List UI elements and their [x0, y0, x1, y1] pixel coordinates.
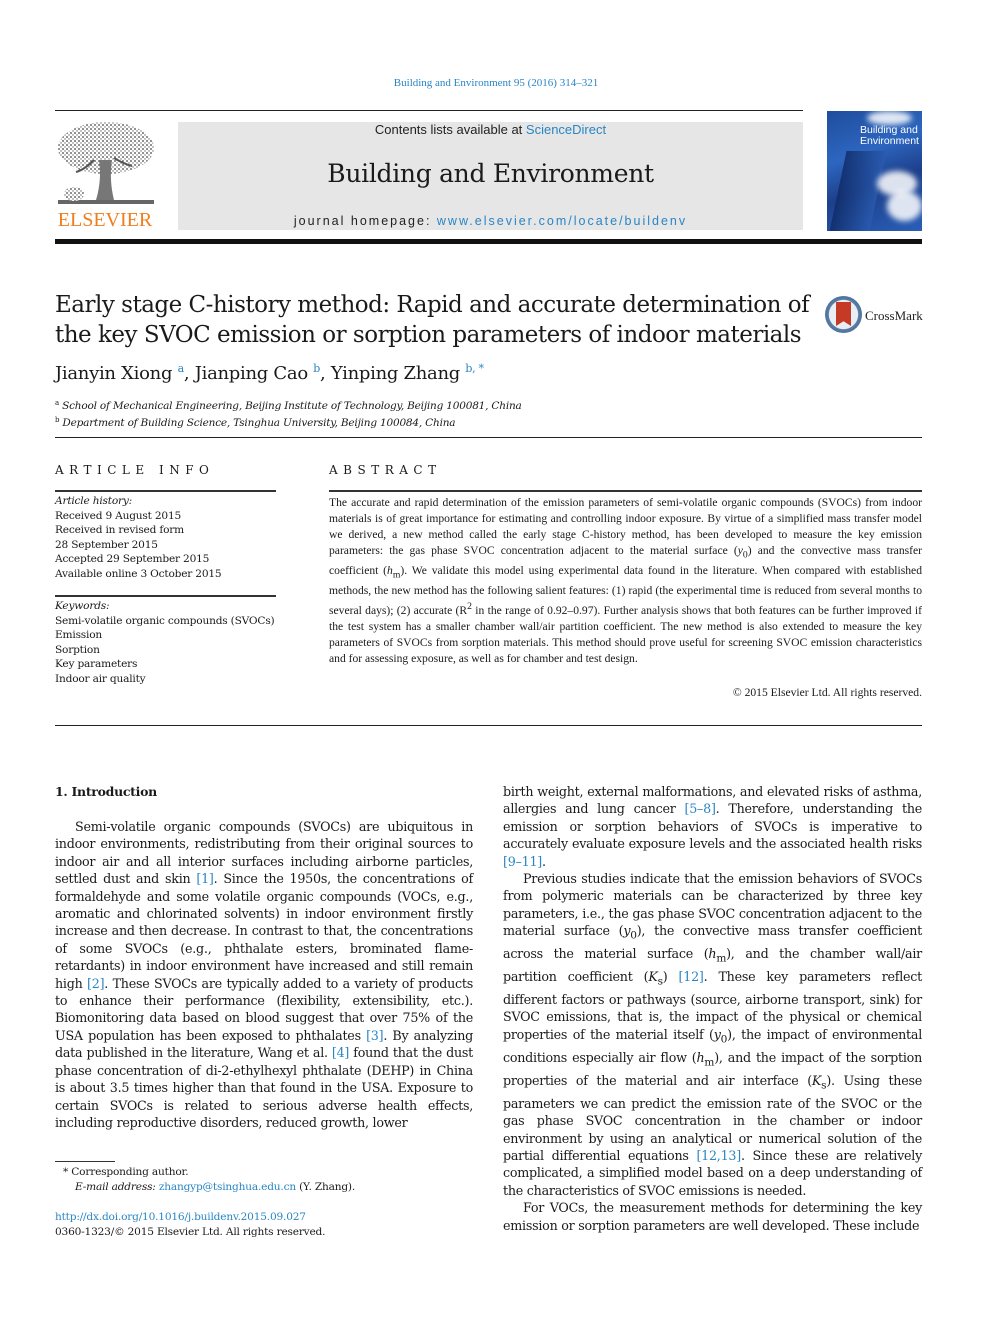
citation-link[interactable]: [2] — [87, 976, 104, 991]
abstract-text: The accurate and rapid determination of … — [329, 496, 923, 665]
keyword[interactable]: Indoor air quality — [55, 672, 285, 687]
doi-link[interactable]: http://dx.doi.org/10.1016/j.buildenv.201… — [55, 1210, 325, 1225]
introduction-heading: 1. Introduction — [55, 784, 157, 799]
citation-link[interactable]: [1] — [196, 871, 213, 886]
crossmark-button[interactable]: CrossMark — [825, 296, 925, 334]
history-item: Accepted 29 September 2015 — [55, 553, 210, 565]
author-name[interactable]: Jianping Cao — [195, 363, 308, 384]
citation-link[interactable]: [3] — [366, 1028, 383, 1043]
cover-cloud — [887, 191, 922, 221]
corresponding-author-note: * Corresponding author. — [63, 1166, 189, 1178]
header-rule — [55, 110, 803, 111]
sciencedirect-link[interactable]: ScienceDirect — [526, 122, 606, 137]
affiliation-text: School of Mechanical Engineering, Beijin… — [62, 400, 522, 412]
keywords-label: Keywords: — [55, 600, 110, 612]
history-item: 28 September 2015 — [55, 538, 158, 551]
elsevier-tree-icon — [58, 122, 154, 204]
doi-block: http://dx.doi.org/10.1016/j.buildenv.201… — [55, 1210, 325, 1240]
journal-masthead: Contents lists available at ScienceDirec… — [178, 122, 803, 230]
crossmark-label: CrossMark — [865, 308, 923, 323]
author-name[interactable]: Yinping Zhang — [331, 363, 460, 384]
journal-title: Building and Environment — [327, 159, 654, 188]
cover-cloud — [867, 111, 912, 125]
email-note: E-mail address: zhangyp@tsinghua.edu.cn … — [55, 1180, 355, 1195]
author-affiliation-link[interactable]: a — [178, 362, 185, 375]
affiliations: a School of Mechanical Engineering, Beij… — [55, 396, 522, 430]
cover-title-line: Environment — [860, 135, 919, 147]
paragraph: Semi-volatile organic compounds (SVOCs) … — [55, 819, 474, 1130]
history-item: Available online 3 October 2015 — [55, 567, 222, 580]
history-label: Article history: — [55, 495, 133, 507]
affiliation: a School of Mechanical Engineering, Beij… — [55, 396, 522, 413]
citation-link[interactable]: [5–8] — [685, 801, 716, 816]
history-item: Received in revised form — [55, 524, 184, 536]
affiliation-marker: a — [55, 399, 59, 407]
contents-prefix: Contents lists available at — [374, 122, 526, 137]
article-history: Article history: Received 9 August 2015 … — [55, 494, 276, 581]
citation-link[interactable]: [12,13] — [696, 1148, 741, 1163]
issn-copyright: 0360-1323/© 2015 Elsevier Ltd. All right… — [55, 1226, 326, 1238]
citation-link[interactable]: [12] — [679, 969, 704, 984]
affiliation-text: Department of Building Science, Tsinghua… — [62, 417, 456, 429]
paragraph: Previous studies indicate that the emiss… — [503, 871, 922, 1198]
paragraph: birth weight, external malformations, an… — [503, 784, 923, 869]
keyword[interactable]: Emission — [55, 628, 285, 643]
homepage-prefix: journal homepage: — [293, 214, 437, 228]
author-affiliation-link[interactable]: b — [313, 362, 320, 375]
article-info-heading: ARTICLE INFO — [55, 463, 215, 477]
body-column-left: Semi-volatile organic compounds (SVOCs) … — [55, 818, 473, 1131]
body-column-right: birth weight, external malformations, an… — [503, 783, 922, 1234]
email-suffix: (Y. Zhang). — [295, 1181, 356, 1193]
article-title: Early stage C-history method: Rapid and … — [55, 292, 810, 348]
affiliation: b Department of Building Science, Tsingh… — [55, 413, 522, 430]
header-thick-rule — [55, 239, 922, 244]
abstract-copyright: © 2015 Elsevier Ltd. All rights reserved… — [732, 686, 922, 699]
keyword[interactable]: Key parameters — [55, 657, 285, 672]
article-info-rule — [55, 490, 276, 492]
contents-line: Contents lists available at ScienceDirec… — [178, 122, 803, 137]
cover-tower-graphic — [827, 151, 887, 231]
keyword[interactable]: Semi-volatile organic compounds (SVOCs) — [55, 614, 285, 629]
abstract-heading: ABSTRACT — [329, 463, 442, 477]
cover-title: Building and Environment — [860, 125, 919, 147]
citation-link[interactable]: [4] — [332, 1045, 349, 1060]
article-info-rule — [55, 595, 276, 597]
homepage-link[interactable]: www.elsevier.com/locate/buildenv — [437, 214, 687, 228]
journal-homepage: journal homepage: www.elsevier.com/locat… — [178, 214, 803, 228]
history-item: Received 9 August 2015 — [55, 509, 182, 522]
keyword[interactable]: Sorption — [55, 643, 285, 658]
abstract-rule — [329, 490, 922, 492]
elsevier-wordmark: ELSEVIER — [57, 209, 153, 231]
footnote-rule — [55, 1161, 115, 1162]
email-link[interactable]: zhangyp@tsinghua.edu.cn — [159, 1181, 296, 1193]
section-rule — [55, 725, 922, 726]
author-name[interactable]: Jianyin Xiong — [55, 363, 172, 384]
paragraph: For VOCs, the measurement methods for de… — [503, 1200, 922, 1233]
elsevier-logo: ELSEVIER — [54, 120, 156, 232]
affiliation-marker: b — [55, 416, 60, 424]
citation-link[interactable]: [9–11] — [503, 854, 542, 869]
email-label: E-mail address: — [75, 1181, 159, 1193]
journal-cover-image[interactable]: Building and Environment — [827, 111, 922, 231]
section-rule — [55, 437, 922, 438]
footnotes: * Corresponding author. E-mail address: … — [55, 1165, 355, 1195]
journal-reference-link[interactable]: Building and Environment 95 (2016) 314–3… — [0, 77, 992, 89]
author-list: Jianyin Xiong a, Jianping Cao b, Yinping… — [55, 362, 484, 384]
keywords: Keywords: Semi-volatile organic compound… — [55, 599, 285, 686]
author-affiliation-link[interactable]: b, * — [465, 362, 484, 375]
